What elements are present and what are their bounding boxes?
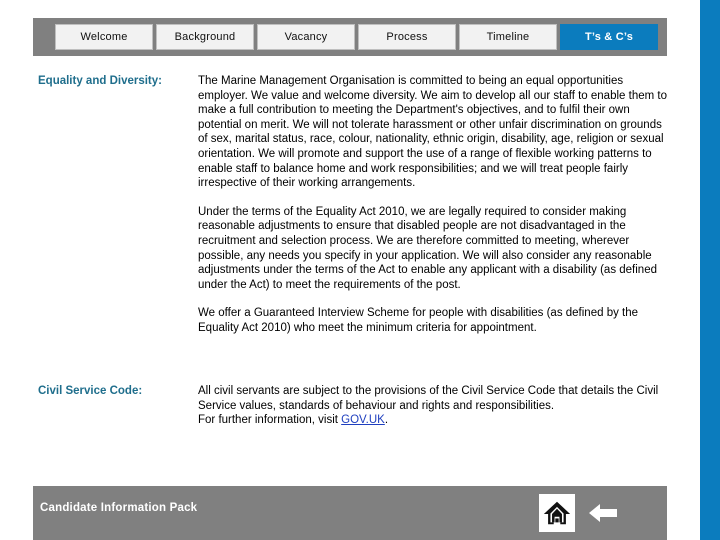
paragraph-civil-service-code-part1: All civil servants are subject to the pr… [198, 385, 659, 412]
tab-process[interactable]: Process [358, 24, 456, 50]
slide-canvas: Welcome Background Vacancy Process Timel… [0, 0, 720, 540]
footer-bar: Candidate Information Pack [33, 486, 667, 540]
section-text-col: The Marine Management Organisation is co… [198, 74, 667, 336]
back-button[interactable] [585, 498, 621, 528]
tab-timeline[interactable]: Timeline [459, 24, 557, 50]
section-label-col: Equality and Diversity: [33, 74, 198, 336]
section-civil-service-code: Civil Service Code: All civil servants a… [33, 384, 667, 428]
heading-equality-and-diversity: Equality and Diversity: [38, 75, 162, 87]
section-equality-and-diversity: Equality and Diversity: The Marine Manag… [33, 74, 667, 336]
tab-vacancy-label: Vacancy [284, 31, 328, 43]
paragraph-equality-2: Under the terms of the Equality Act 2010… [198, 205, 657, 291]
right-accent-bar [700, 0, 720, 540]
section-text-col: All civil servants are subject to the pr… [198, 384, 667, 428]
tab-background-label: Background [174, 31, 236, 43]
section-label-col: Civil Service Code: [33, 384, 198, 428]
tab-welcome-label: Welcome [80, 31, 128, 43]
tab-terms-and-conditions-label: T’s & C’s [584, 31, 634, 43]
paragraph-equality-3: We offer a Guaranteed Interview Scheme f… [198, 307, 639, 334]
paragraph-civil-service-code-part3: . [384, 414, 389, 427]
tab-process-label: Process [386, 31, 428, 43]
heading-civil-service-code: Civil Service Code: [38, 385, 143, 397]
tab-timeline-label: Timeline [486, 31, 530, 43]
gov-uk-link[interactable]: GOV.UK [341, 414, 385, 426]
paragraph-civil-service-code-part2: For further information, visit [198, 414, 342, 427]
paragraph-equality-1: The Marine Management Organisation is co… [198, 75, 667, 190]
home-icon [543, 501, 571, 525]
home-button[interactable] [539, 494, 575, 532]
back-arrow-icon [589, 504, 617, 522]
paragraph-civil-service-code: All civil servants are subject to the pr… [198, 384, 667, 428]
tab-welcome[interactable]: Welcome [55, 24, 153, 50]
footer-title: Candidate Information Pack [40, 502, 198, 514]
tab-background[interactable]: Background [156, 24, 254, 50]
tab-vacancy[interactable]: Vacancy [257, 24, 355, 50]
tab-terms-and-conditions[interactable]: T’s & C’s [560, 24, 658, 50]
content-area: Equality and Diversity: The Marine Manag… [33, 74, 667, 464]
tab-bar: Welcome Background Vacancy Process Timel… [33, 18, 667, 56]
